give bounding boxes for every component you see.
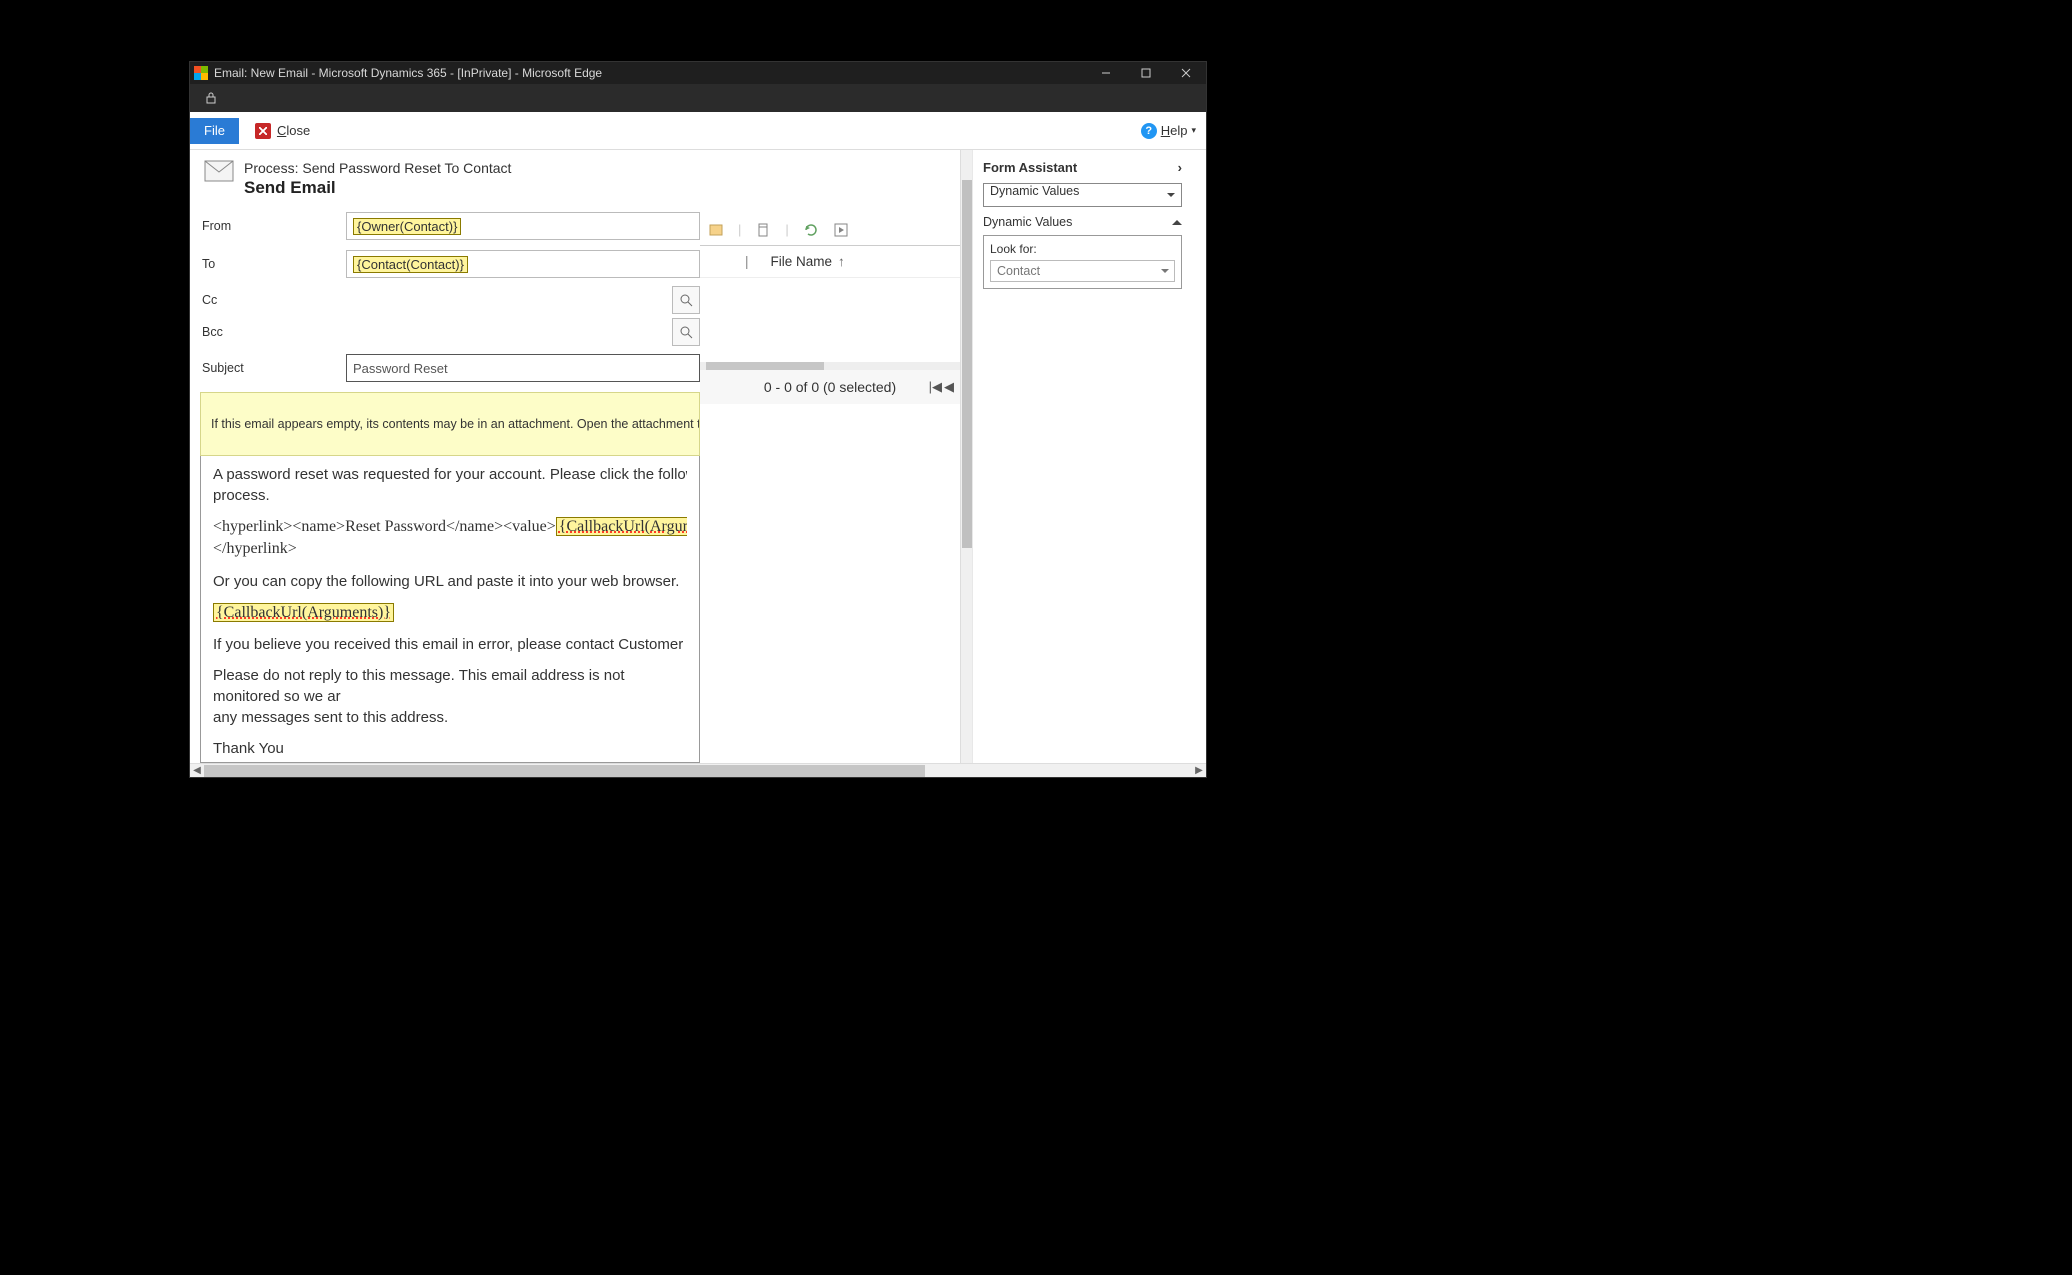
address-lock-bar — [190, 84, 1206, 112]
from-token[interactable]: {Owner(Contact)} — [353, 218, 461, 235]
callback-token: {CallbackUrl(Argum — [556, 517, 687, 536]
close-button[interactable]: Close — [255, 123, 310, 139]
horizontal-scrollbar[interactable]: ◀ ▶ — [190, 763, 1206, 777]
attachments-count: 0 - 0 of 0 (0 selected) — [764, 379, 896, 395]
mail-icon — [204, 160, 234, 182]
minimize-button[interactable] — [1086, 62, 1126, 84]
from-field[interactable]: {Owner(Contact)} — [346, 212, 700, 240]
callback-token: {CallbackUrl(Arguments)} — [213, 603, 394, 622]
filename-column[interactable]: File Name — [771, 254, 833, 269]
body-line: {CallbackUrl(Arguments)} — [213, 602, 687, 624]
help-icon: ? — [1141, 123, 1157, 139]
titlebar: Email: New Email - Microsoft Dynamics 36… — [190, 62, 1206, 84]
lookfor-box: Look for: Contact — [983, 235, 1182, 289]
command-bar: File Close ? Help ▾ — [190, 112, 1206, 150]
attachments-list — [700, 278, 960, 362]
attachments-hscroll[interactable] — [700, 362, 960, 370]
sort-asc-icon: ↑ — [838, 254, 845, 269]
close-icon — [255, 123, 271, 139]
to-field[interactable]: {Contact(Contact)} — [346, 250, 700, 278]
cc-label: Cc — [200, 293, 346, 307]
email-body[interactable]: A password reset was requested for your … — [200, 456, 700, 763]
body-line: <hyperlink><name>Reset Password</name><v… — [213, 516, 687, 538]
attachments-header[interactable]: | File Name ↑ — [700, 246, 960, 278]
collapse-icon[interactable] — [1172, 215, 1182, 225]
play-icon[interactable] — [833, 222, 849, 238]
to-token[interactable]: {Contact(Contact)} — [353, 256, 468, 273]
body-line: Please do not reply to this message. Thi… — [213, 665, 687, 728]
body-line: Thank You — [213, 738, 687, 759]
body-line: Or you can copy the following URL and pa… — [213, 571, 687, 592]
chevron-down-icon: ▾ — [1191, 125, 1196, 136]
lookfor-label: Look for: — [990, 242, 1175, 256]
process-name: Process: Send Password Reset To Contact — [244, 160, 511, 176]
body-line: </hyperlink> — [213, 538, 687, 560]
new-attachment-icon[interactable] — [708, 222, 724, 238]
attachments-pager[interactable]: |◀◀ — [929, 379, 954, 395]
subject-input[interactable] — [346, 354, 700, 382]
vertical-scrollbar[interactable] — [960, 150, 972, 763]
bcc-lookup-button[interactable] — [672, 318, 700, 346]
assistant-mode-select[interactable]: Dynamic Values — [983, 183, 1182, 207]
attachments-toolbar: | | — [700, 214, 960, 246]
bcc-label: Bcc — [200, 325, 346, 339]
chevron-right-icon[interactable]: › — [1178, 160, 1182, 175]
refresh-icon[interactable] — [803, 222, 819, 238]
body-line: A password reset was requested for your … — [213, 464, 687, 506]
cc-lookup-button[interactable] — [672, 286, 700, 314]
app-icon — [194, 66, 208, 80]
window-close-button[interactable] — [1166, 62, 1206, 84]
lookfor-select[interactable]: Contact — [990, 260, 1175, 282]
to-label: To — [200, 257, 346, 271]
subject-label: Subject — [200, 361, 346, 375]
app-window: Email: New Email - Microsoft Dynamics 36… — [189, 61, 1207, 778]
attachment-banner: If this email appears empty, its content… — [200, 392, 700, 456]
window-title: Email: New Email - Microsoft Dynamics 36… — [214, 66, 602, 80]
form-assistant-title: Form Assistant — [983, 160, 1077, 175]
attachments-pane: | | | File Name ↑ 0 - 0 of 0 (0 sel — [700, 150, 960, 763]
step-title: Send Email — [244, 178, 511, 198]
help-button[interactable]: ? Help ▾ — [1141, 123, 1196, 139]
body-line: If you believe you received this email i… — [213, 634, 687, 655]
maximize-button[interactable] — [1126, 62, 1166, 84]
from-label: From — [200, 219, 346, 233]
lock-icon — [204, 91, 218, 105]
dynamic-values-section[interactable]: Dynamic Values — [983, 215, 1072, 229]
email-form-pane: Process: Send Password Reset To Contact … — [190, 150, 700, 763]
attachments-status-bar: 0 - 0 of 0 (0 selected) |◀◀ — [700, 370, 960, 404]
file-button[interactable]: File — [190, 118, 239, 144]
delete-attachment-icon[interactable] — [755, 222, 771, 238]
content-area: Process: Send Password Reset To Contact … — [190, 150, 1206, 777]
form-assistant-pane: Form Assistant › Dynamic Values Dynamic … — [972, 150, 1190, 763]
